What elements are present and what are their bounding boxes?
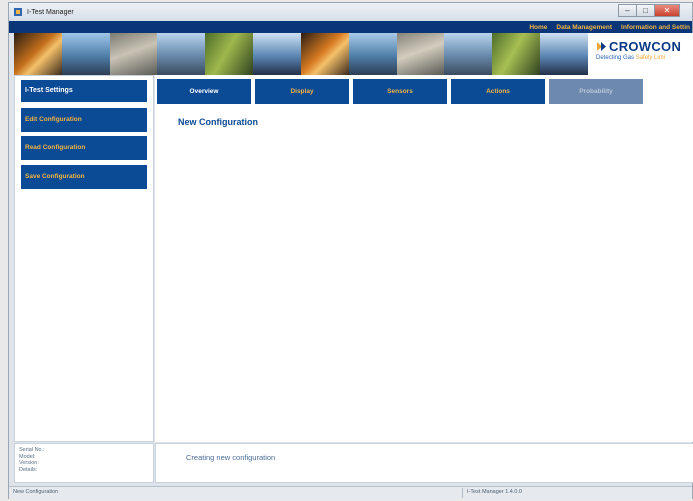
page-title: New Configuration: [178, 117, 258, 127]
details-label: Details:: [19, 466, 38, 473]
nav-link-home[interactable]: Home: [529, 24, 547, 31]
brand-tagline: Detecting Gas Safely Limi: [596, 55, 666, 61]
arrow-logo-icon: [597, 42, 606, 51]
status-bar: New Configuration I-Test Manager 1.4.0.0: [9, 486, 692, 499]
banner-photo: [396, 33, 445, 75]
save-configuration-button[interactable]: Save Configuration: [21, 165, 147, 189]
tab-sensors[interactable]: Sensors: [353, 79, 447, 104]
edit-configuration-button[interactable]: Edit Configuration: [21, 108, 147, 132]
title-bar: I-Test Manager – □ ✕: [9, 3, 692, 21]
status-message: Creating new configuration: [186, 453, 276, 462]
banner-photo: [253, 33, 301, 75]
device-info-panel: Serial No.: Model: Version: Details:: [14, 443, 154, 483]
window-title: I-Test Manager: [27, 8, 74, 16]
banner-photo: [540, 33, 588, 75]
banner-photo: [61, 33, 110, 75]
sidebar: I-Test Settings Edit Configuration Read …: [14, 75, 154, 442]
message-panel: Creating new configuration: [155, 443, 693, 483]
header-banner: CROWCON Detecting Gas Safely Limi: [14, 33, 693, 75]
banner-photo: [300, 33, 349, 75]
tab-display[interactable]: Display: [255, 79, 349, 104]
status-version: I-Test Manager 1.4.0.0: [467, 489, 523, 495]
version-label: Version:: [19, 460, 39, 467]
banner-photo: [205, 33, 254, 75]
tab-actions[interactable]: Actions: [451, 79, 545, 104]
top-nav: Home Data Management Information and Set…: [9, 21, 692, 33]
banner-photo: [492, 33, 541, 75]
sidebar-header: I-Test Settings: [21, 80, 147, 102]
brand-name: CROWCON: [609, 39, 682, 54]
banner-photo: [444, 33, 493, 75]
model-label: Model:: [19, 453, 36, 460]
nav-link-information-settings[interactable]: Information and Settin: [621, 24, 690, 31]
tab-probability: Probability: [549, 79, 643, 104]
banner-photo: [14, 33, 62, 75]
status-divider: [462, 488, 463, 498]
status-current-view: New Configuration: [13, 489, 59, 495]
minimize-button[interactable]: –: [618, 4, 636, 17]
tab-overview[interactable]: Overview: [157, 79, 251, 104]
main-panel: Overview Display Sensors Actions Probabi…: [155, 75, 693, 442]
app-window: I-Test Manager – □ ✕ Home Data Managemen…: [8, 2, 693, 499]
banner-photo: [348, 33, 397, 75]
nav-link-data-management[interactable]: Data Management: [556, 24, 612, 31]
window-controls: – □ ✕: [618, 4, 680, 18]
crowcon-logo: CROWCON Detecting Gas Safely Limi: [588, 33, 693, 75]
banner-photo: [109, 33, 158, 75]
close-button[interactable]: ✕: [654, 4, 680, 17]
app-icon: [14, 8, 22, 16]
maximize-button[interactable]: □: [636, 4, 654, 17]
read-configuration-button[interactable]: Read Configuration: [21, 136, 147, 160]
banner-photo: [157, 33, 206, 75]
serial-number-label: Serial No.:: [19, 447, 45, 453]
